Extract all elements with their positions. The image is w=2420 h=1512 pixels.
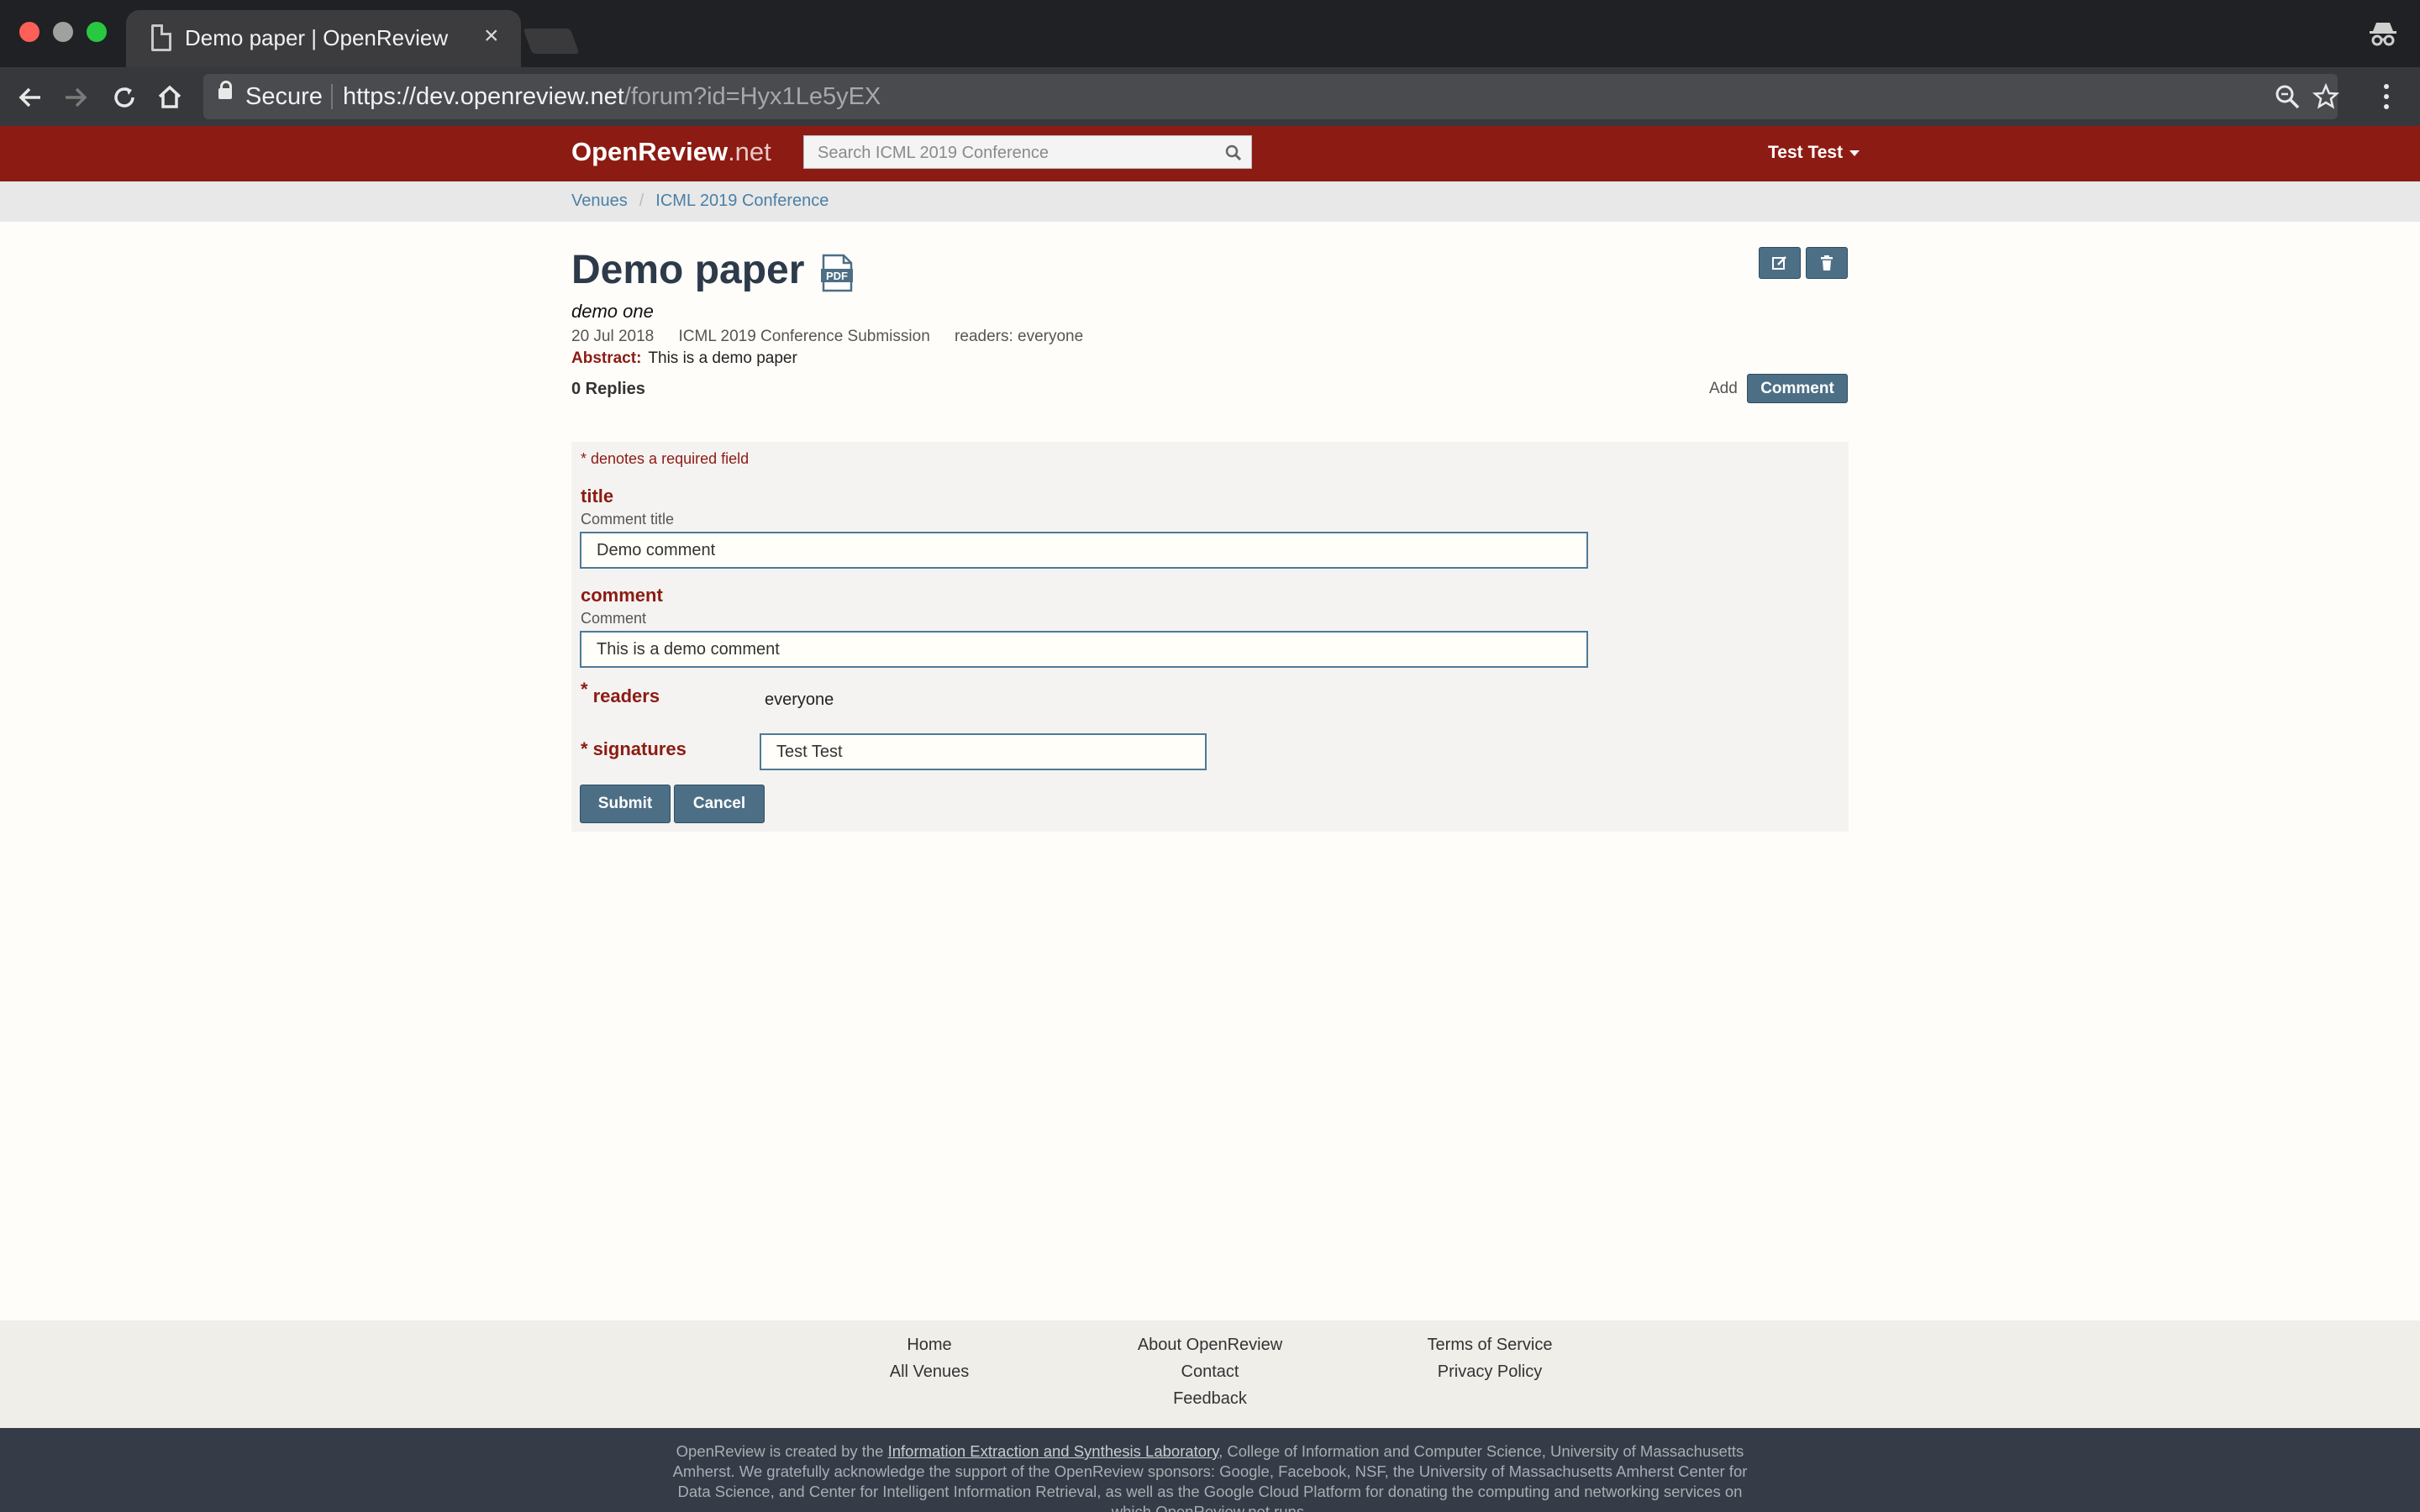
required-star: *: [581, 738, 588, 759]
zoom-icon[interactable]: [2274, 83, 2301, 110]
forward-arrow-icon: [66, 87, 87, 108]
incognito-icon: [2370, 23, 2396, 46]
sponsor-text-pre: OpenReview is created by the: [676, 1442, 888, 1460]
footer: Home All Venues About OpenReview Contact…: [0, 1320, 2420, 1428]
reload-button[interactable]: [108, 81, 141, 114]
home-button[interactable]: [153, 81, 187, 114]
note-readers: readers: everyone: [955, 328, 1084, 345]
breadcrumb-bar: Venues / ICML 2019 Conference: [0, 181, 2420, 222]
browser-titlebar: Demo paper | OpenReview ×: [0, 0, 2420, 69]
back-button[interactable]: [13, 81, 47, 114]
window-close-button[interactable]: [19, 22, 39, 42]
site-logo[interactable]: OpenReview.net: [571, 137, 771, 167]
tab-close-icon[interactable]: ×: [484, 24, 499, 49]
url-host: https://dev.openreview.net: [343, 83, 624, 110]
search-placeholder: Search ICML 2019 Conference: [818, 144, 1049, 162]
window-minimize-button[interactable]: [53, 22, 73, 42]
comment-field-description: Comment: [581, 610, 647, 627]
tab-title: Demo paper | OpenReview: [185, 25, 449, 50]
title-field-label: title: [581, 486, 614, 507]
sponsor-footer: OpenReview is created by the Information…: [0, 1428, 2420, 1512]
sponsor-text: OpenReview is created by the Information…: [672, 1441, 1748, 1512]
edit-icon: [1772, 256, 1786, 270]
url-path: /forum?id=Hyx1Le5yEX: [623, 83, 881, 110]
required-field-note: * denotes a required field: [581, 450, 750, 467]
user-menu[interactable]: Test Test: [1768, 143, 1860, 163]
footer-link-contact[interactable]: Contact: [1181, 1362, 1239, 1382]
chevron-down-icon: [1849, 150, 1860, 156]
title-input[interactable]: Demo comment: [580, 532, 1588, 569]
abstract-text: This is a demo paper: [648, 349, 797, 367]
note-date: 20 Jul 2018: [571, 328, 655, 345]
pdf-icon[interactable]: PDF: [820, 254, 854, 292]
forward-button[interactable]: [59, 81, 92, 114]
url-divider: [331, 84, 333, 109]
note-authors: demo one: [571, 301, 654, 322]
footer-link-terms[interactable]: Terms of Service: [1428, 1336, 1553, 1355]
footer-link-all-venues[interactable]: All Venues: [890, 1362, 970, 1382]
reply-count: 0 Replies: [571, 380, 645, 398]
window-zoom-button[interactable]: [87, 22, 107, 42]
footer-link-privacy[interactable]: Privacy Policy: [1438, 1362, 1542, 1382]
iesl-link[interactable]: Information Extraction and Synthesis Lab…: [888, 1442, 1219, 1460]
search-input[interactable]: Search ICML 2019 Conference: [803, 135, 1252, 169]
note-abstract: Abstract: This is a demo paper: [571, 349, 797, 368]
address-bar[interactable]: Secure https://dev.openreview.net/forum?…: [203, 74, 2339, 119]
required-star: *: [581, 679, 588, 700]
back-arrow-icon: [18, 87, 40, 108]
readers-field-label: * readers: [581, 679, 660, 707]
lock-icon: [218, 81, 232, 99]
edit-button[interactable]: [1759, 247, 1801, 279]
comment-input[interactable]: This is a demo comment: [580, 631, 1588, 668]
comment-field-label: comment: [581, 585, 663, 606]
bookmark-star-icon[interactable]: [2312, 83, 2339, 110]
browser-menu-icon[interactable]: [2380, 82, 2393, 111]
trash-icon: [1821, 255, 1833, 270]
breadcrumb-venues[interactable]: Venues: [571, 192, 628, 210]
url-text: https://dev.openreview.net/forum?id=Hyx1…: [343, 83, 881, 111]
signatures-input[interactable]: Test Test: [760, 733, 1207, 770]
cancel-button[interactable]: Cancel: [674, 785, 765, 823]
note-meta: 20 Jul 2018 ICML 2019 Conference Submiss…: [571, 328, 1103, 346]
readers-label-text: readers: [592, 685, 660, 706]
signatures-label-text: signatures: [592, 738, 687, 759]
page-title: Demo paper: [571, 248, 805, 292]
browser-toolbar: Secure https://dev.openreview.net/forum?…: [0, 67, 2420, 126]
title-field-description: Comment title: [581, 511, 675, 528]
comment-form: * denotes a required field title Comment…: [571, 442, 1849, 832]
secure-label: Secure: [245, 83, 323, 110]
note-invitation: ICML 2019 Conference Submission: [678, 328, 930, 345]
footer-link-about[interactable]: About OpenReview: [1138, 1336, 1282, 1355]
breadcrumb-separator: /: [639, 192, 644, 210]
page-icon: [151, 24, 171, 51]
readers-value: everyone: [765, 690, 834, 709]
search-icon[interactable]: [1224, 144, 1243, 162]
abstract-label: Abstract:: [571, 349, 642, 367]
add-label: Add: [1709, 380, 1738, 397]
svg-text:PDF: PDF: [826, 270, 848, 282]
browser-tab[interactable]: Demo paper | OpenReview ×: [126, 10, 521, 69]
user-name: Test Test: [1768, 143, 1844, 162]
home-icon: [158, 85, 182, 108]
delete-button[interactable]: [1806, 247, 1848, 279]
reload-icon: [114, 87, 134, 108]
footer-link-feedback[interactable]: Feedback: [1173, 1389, 1247, 1409]
signatures-field-label: * signatures: [581, 738, 687, 760]
submit-button[interactable]: Submit: [580, 785, 671, 823]
site-header: OpenReview.net Search ICML 2019 Conferen…: [0, 126, 2420, 181]
footer-link-home[interactable]: Home: [907, 1336, 951, 1355]
breadcrumb-conference[interactable]: ICML 2019 Conference: [655, 192, 829, 210]
add-comment-button[interactable]: Comment: [1747, 374, 1848, 403]
breadcrumb: Venues / ICML 2019 Conference: [571, 192, 829, 211]
new-tab-button[interactable]: [523, 29, 580, 54]
brand-suffix: .net: [728, 137, 771, 166]
brand-name: OpenReview: [571, 137, 729, 166]
